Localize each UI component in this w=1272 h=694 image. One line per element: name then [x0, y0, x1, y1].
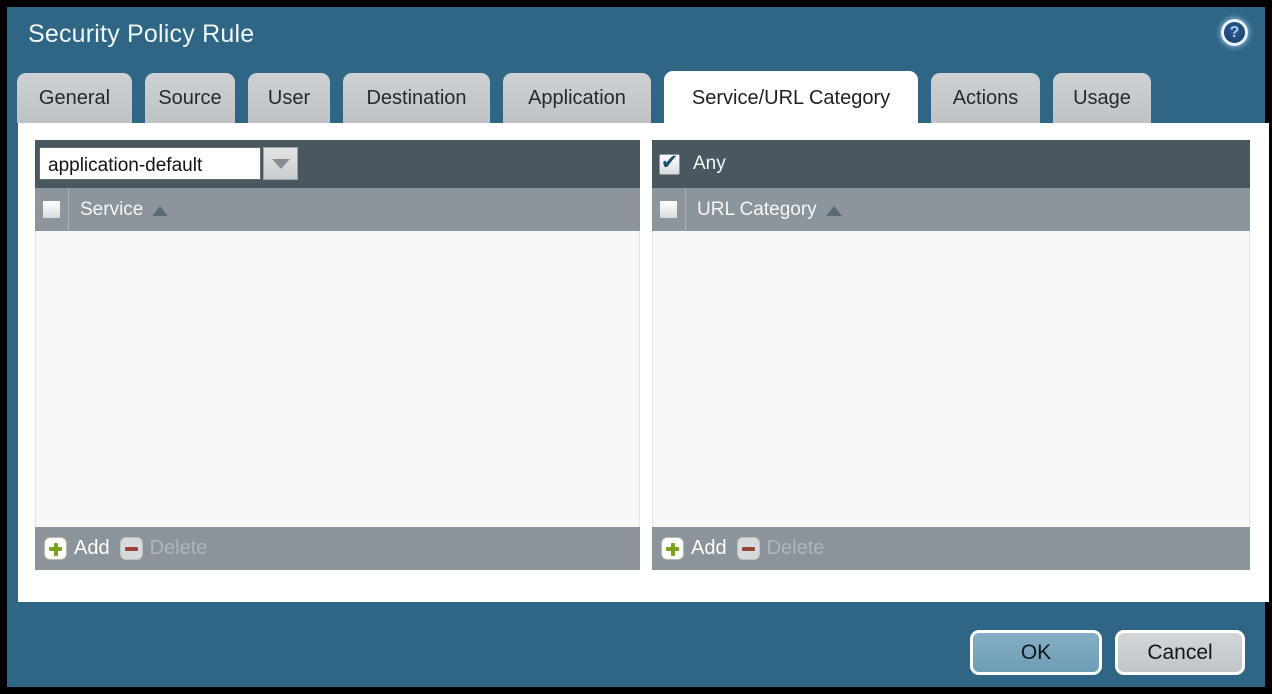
url-category-select-all-checkbox[interactable]: ✔: [659, 200, 678, 219]
chevron-down-icon: [272, 159, 290, 169]
service-footer: Add Delete: [35, 527, 640, 570]
add-plus-icon: [44, 537, 67, 560]
service-type-dropdown-button[interactable]: [263, 147, 298, 180]
service-select-all-cell: ✔: [35, 188, 69, 231]
sort-ascending-icon: [826, 206, 842, 216]
service-panel: application-default ✔ Service: [35, 140, 640, 570]
security-policy-rule-dialog: Security Policy Rule ? General Source Us…: [7, 7, 1265, 687]
service-type-combo: application-default: [39, 147, 298, 180]
tab-service-url-category[interactable]: Service/URL Category: [664, 71, 918, 123]
url-category-footer: Add Delete: [652, 527, 1250, 570]
url-category-column-header: ✔ URL Category: [652, 188, 1250, 231]
delete-minus-icon: [737, 537, 760, 560]
any-label: Any: [693, 153, 726, 175]
tab-user[interactable]: User: [248, 73, 330, 123]
add-plus-icon: [661, 537, 684, 560]
any-row: ✔ Any: [659, 153, 726, 175]
sort-ascending-icon: [152, 206, 168, 216]
url-category-toolbar: ✔ Any: [652, 140, 1250, 188]
url-category-delete-button[interactable]: Delete: [737, 537, 825, 560]
tab-general[interactable]: General: [17, 73, 132, 123]
service-column-label[interactable]: Service: [80, 199, 168, 221]
tab-destination[interactable]: Destination: [343, 73, 490, 123]
service-add-button[interactable]: Add: [44, 537, 110, 560]
service-panel-toolbar: application-default: [35, 140, 640, 188]
help-glyph: ?: [1230, 24, 1240, 42]
check-icon: ✔: [661, 150, 679, 175]
tab-actions[interactable]: Actions: [931, 73, 1040, 123]
delete-minus-icon: [120, 537, 143, 560]
tab-content: application-default ✔ Service: [18, 123, 1269, 602]
service-list[interactable]: [35, 231, 640, 527]
cancel-button[interactable]: Cancel: [1115, 630, 1245, 675]
tab-bar: General Source User Destination Applicat…: [17, 71, 1151, 123]
tab-source[interactable]: Source: [145, 73, 235, 123]
url-category-select-all-cell: ✔: [652, 188, 686, 231]
url-category-panel: ✔ Any ✔ URL Category: [652, 140, 1250, 570]
service-type-input[interactable]: application-default: [39, 147, 261, 180]
service-delete-button[interactable]: Delete: [120, 537, 208, 560]
tab-application[interactable]: Application: [503, 73, 651, 123]
url-category-add-button[interactable]: Add: [661, 537, 727, 560]
url-category-list[interactable]: [652, 231, 1250, 527]
screen: Security Policy Rule ? General Source Us…: [0, 0, 1272, 694]
service-select-all-checkbox[interactable]: ✔: [42, 200, 61, 219]
service-column-header: ✔ Service: [35, 188, 640, 231]
dialog-title: Security Policy Rule: [28, 20, 254, 49]
url-category-column-label[interactable]: URL Category: [697, 199, 842, 221]
tab-usage[interactable]: Usage: [1053, 73, 1151, 123]
help-icon[interactable]: ?: [1221, 19, 1248, 46]
any-checkbox[interactable]: ✔: [659, 154, 680, 175]
ok-button[interactable]: OK: [970, 630, 1102, 675]
